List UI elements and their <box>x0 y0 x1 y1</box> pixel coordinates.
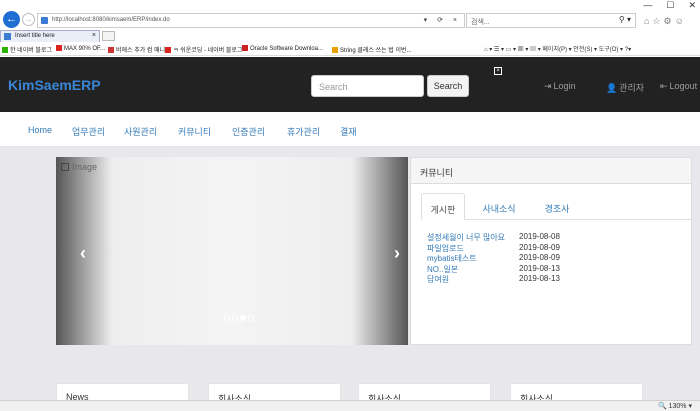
post-title-link[interactable]: NO..일본 <box>427 264 458 275</box>
favorite-link[interactable]: String 클래스 쓰는 법 이번... <box>332 45 412 54</box>
command-bar[interactable]: ⌂ ▾ ☰ ▾ ▭ ▾ ▦ ▾ ▤ ▾ 페이지(P) ▾ 안전(S) ▾ 도구(… <box>484 44 631 53</box>
menu-work[interactable]: 업무관리 <box>72 125 105 138</box>
admin-link[interactable]: 👤 관리자 <box>606 81 644 94</box>
post-title-link[interactable]: mybatis테스트 <box>427 253 477 264</box>
post-date: 2019-08-13 <box>519 263 560 273</box>
favorite-icon <box>165 47 171 53</box>
user-icon: 👤 <box>606 83 618 93</box>
back-button[interactable]: ← <box>3 11 20 28</box>
carousel-prev-icon[interactable]: ‹ <box>80 243 86 264</box>
new-tab-button[interactable] <box>102 31 115 41</box>
logout-icon: ⇤ <box>660 81 668 91</box>
tab-strip: Insert title here × <box>0 30 700 42</box>
favorites-bar: 한 네이버 블로그 MAX 90% OF... 비에스 추가 컴 매니 ㅋ 쉬운… <box>0 42 700 56</box>
browser-toolbar-icons[interactable]: ⌂☆⚙☺ <box>644 16 687 27</box>
favorite-link[interactable]: MAX 90% OF... <box>56 45 105 52</box>
list-item: 설정세월이 너무 많아요 2019-08-08 <box>427 232 677 243</box>
browser-search-placeholder: 검색... <box>471 19 490 26</box>
panel-heading: 커뮤니티 <box>411 158 691 184</box>
carousel-dot-active[interactable] <box>240 315 246 321</box>
list-item: 파일업로드 2019-08-09 <box>427 243 677 254</box>
login-link[interactable]: ⇥ Login <box>544 81 576 92</box>
favorite-icon <box>242 45 248 51</box>
status-bar: 🔍 130% ▾ <box>0 400 700 411</box>
address-tools-icons[interactable]: ▾ ⟳ × <box>424 16 461 24</box>
tab-close-icon[interactable]: × <box>92 32 96 39</box>
logout-link[interactable]: ⇤ Logout <box>660 81 697 92</box>
carousel-next-icon[interactable]: › <box>394 243 400 264</box>
menu-vacation[interactable]: 휴가관리 <box>287 125 320 138</box>
main-menu: Home 업무관리 사원관리 커뮤니티 인증관리 휴가관리 결재 <box>0 112 700 147</box>
post-title-link[interactable]: 답여원 <box>427 274 449 285</box>
favorite-icon <box>56 45 62 51</box>
favorite-link[interactable]: 한 네이버 블로그 <box>2 45 52 54</box>
post-list: 설정세월이 너무 많아요 2019-08-08 파일업로드 2019-08-09 m… <box>427 232 677 285</box>
news-box: News <box>56 383 189 400</box>
page-viewport: KimSaemERP Search Search × ⇥ Login 👤 관리자 ⇤… <box>0 57 700 400</box>
address-text: http://localhost:8080/kimsaem/ERP/index.… <box>52 17 170 23</box>
search-icon[interactable]: ⚲ ▾ <box>619 15 631 24</box>
tab-board[interactable]: 게시판 <box>421 193 465 220</box>
post-date: 2019-08-09 <box>519 253 560 262</box>
list-item: NO..일본 2019-08-13 <box>427 264 677 275</box>
brand-logo[interactable]: KimSaemERP <box>8 77 101 93</box>
image-placeholder: Image <box>61 162 97 172</box>
list-item: 답여원 2019-08-13 <box>427 274 677 285</box>
address-bar-row: ← → http://localhost:8080/kimsaem/ERP/in… <box>0 8 700 30</box>
browser-tab[interactable]: Insert title here × <box>0 30 100 42</box>
tab-company-news[interactable]: 사내소식 <box>471 193 527 220</box>
carousel-dot[interactable] <box>232 315 238 321</box>
forward-button[interactable]: → <box>22 13 35 26</box>
close-icon[interactable]: × <box>494 67 502 75</box>
menu-home[interactable]: Home <box>28 125 52 135</box>
window-titlebar: — ☐ ✕ <box>0 0 700 10</box>
address-bar[interactable]: http://localhost:8080/kimsaem/ERP/index.… <box>37 13 465 28</box>
site-search-button[interactable]: Search <box>427 75 469 97</box>
image-icon <box>61 163 69 171</box>
post-date: 2019-08-09 <box>519 242 560 252</box>
carousel-dot[interactable] <box>224 315 230 321</box>
post-date: 2019-08-13 <box>519 274 560 283</box>
favorite-icon <box>332 47 338 53</box>
menu-auth[interactable]: 인증관리 <box>232 125 265 138</box>
tab-title: Insert title here <box>15 33 55 39</box>
carousel-dot[interactable] <box>248 315 254 321</box>
post-title-link[interactable]: 파일업로드 <box>427 243 464 254</box>
tab-events[interactable]: 경조사 <box>533 193 581 220</box>
post-title-link[interactable]: 설정세월이 너무 많아요 <box>427 232 505 243</box>
favorite-link[interactable]: Oracle Software Downloa... <box>242 45 323 52</box>
company-news-box: 회사소식 <box>208 383 341 400</box>
community-tabs: 게시판 사내소식 경조사 <box>421 193 691 220</box>
site-navbar: KimSaemERP Search Search × ⇥ Login 👤 관리자 ⇤… <box>0 57 700 112</box>
browser-search-field[interactable]: 검색... ⚲ ▾ <box>466 13 636 28</box>
company-news-box: 회사소식 <box>358 383 491 400</box>
page-icon <box>41 17 48 24</box>
favorite-icon <box>2 47 8 53</box>
carousel-indicators <box>224 315 254 321</box>
menu-employees[interactable]: 사원관리 <box>124 125 157 138</box>
favorite-link[interactable]: ㅋ 쉬운코딩 - 네이버 블로그 <box>165 45 242 54</box>
image-carousel: Image ‹ › <box>56 157 408 345</box>
zoom-level[interactable]: 🔍 130% ▾ <box>658 402 692 410</box>
list-item: mybatis테스트 2019-08-09 <box>427 253 677 264</box>
favorite-link[interactable]: 비에스 추가 컴 매니 <box>108 45 165 54</box>
menu-community[interactable]: 커뮤니티 <box>178 125 211 138</box>
company-news-box: 회사소식 <box>510 383 643 400</box>
favorite-icon <box>108 47 114 53</box>
login-icon: ⇥ <box>544 81 552 91</box>
community-panel: 커뮤니티 게시판 사내소식 경조사 설정세월이 너무 많아요 2019-08-08… <box>410 157 692 345</box>
menu-approval[interactable]: 결재 <box>340 125 357 138</box>
tab-favicon-icon <box>4 33 11 40</box>
post-date: 2019-08-08 <box>519 232 560 241</box>
site-search-input[interactable]: Search <box>311 75 424 97</box>
